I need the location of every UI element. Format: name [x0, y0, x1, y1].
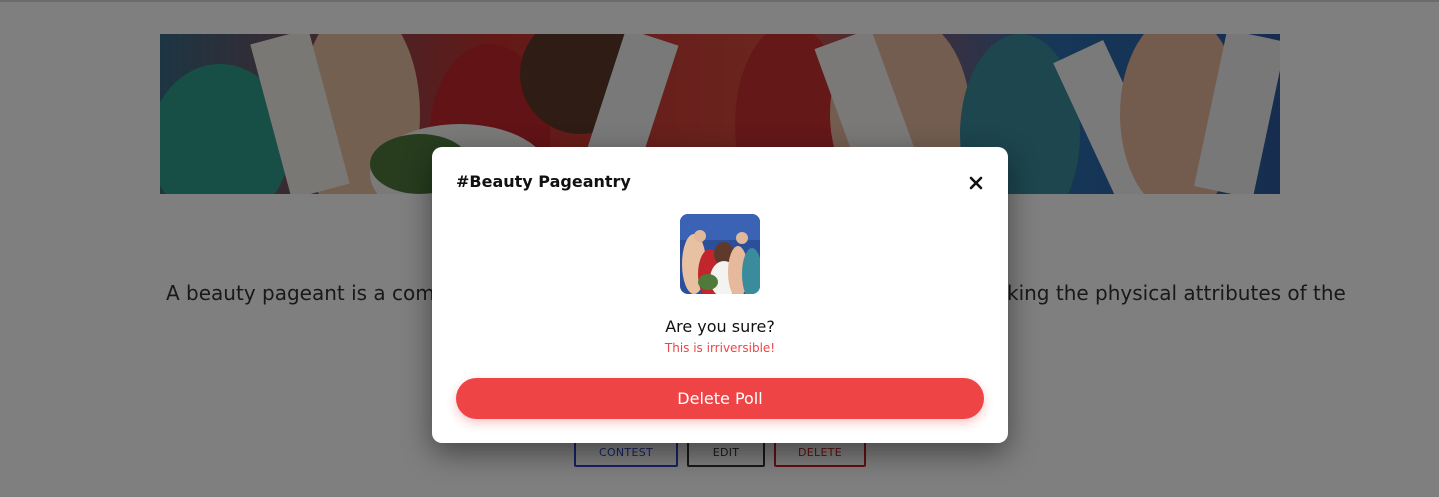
- delete-poll-button[interactable]: Delete Poll: [456, 378, 984, 419]
- poll-thumbnail: [680, 214, 760, 294]
- confirm-question: Are you sure?: [665, 317, 775, 336]
- irreversible-warning: This is irriversible!: [664, 341, 776, 355]
- modal-title: #Beauty Pageantry: [456, 172, 631, 191]
- page: A beauty pageant is a competition that h…: [0, 0, 1439, 497]
- close-icon[interactable]: [967, 174, 985, 192]
- delete-confirm-modal: #Beauty Pageantry Are you sure? This is …: [432, 147, 1008, 443]
